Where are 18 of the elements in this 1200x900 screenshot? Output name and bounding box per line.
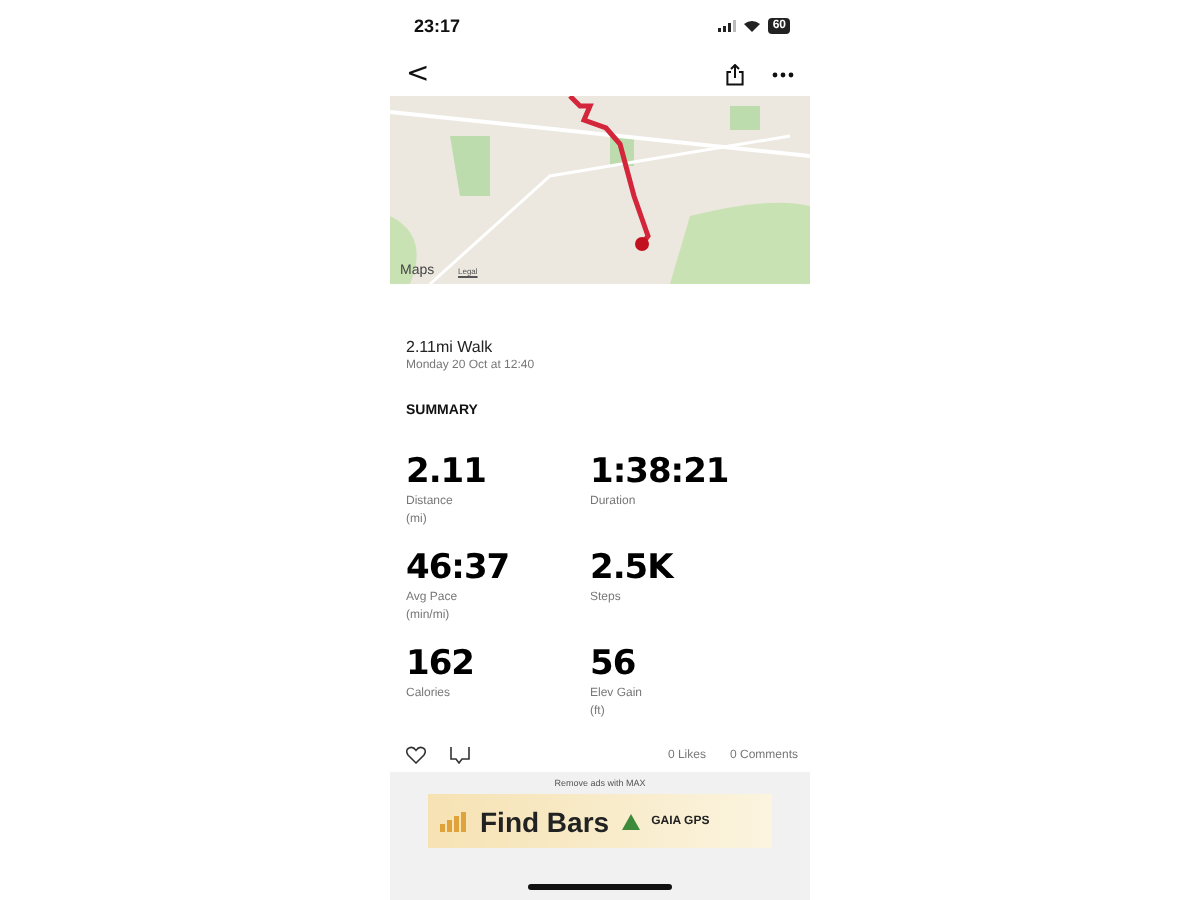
wifi-icon <box>744 20 761 32</box>
status-time: 23:17 <box>414 16 461 36</box>
mountain-icon <box>621 813 640 829</box>
stat-value: 162 <box>406 646 476 684</box>
share-icon[interactable] <box>726 63 744 85</box>
comment-icon[interactable] <box>450 746 470 764</box>
signal-icon <box>718 20 737 32</box>
stat-value: 1:38:21 <box>590 454 731 492</box>
activity-title: 2.11mi Walk <box>406 338 495 356</box>
ad-headline: Find Bars <box>480 805 610 837</box>
back-button[interactable]: < <box>406 58 430 90</box>
stat-value: 56 <box>590 646 638 684</box>
stat-value: 46:37 <box>406 550 512 588</box>
more-icon[interactable] <box>772 71 794 77</box>
heart-icon[interactable] <box>406 746 426 764</box>
signal-bars-icon <box>440 811 468 831</box>
stat-value: 2.5K <box>590 550 677 588</box>
stat-value: 2.11 <box>406 454 488 492</box>
